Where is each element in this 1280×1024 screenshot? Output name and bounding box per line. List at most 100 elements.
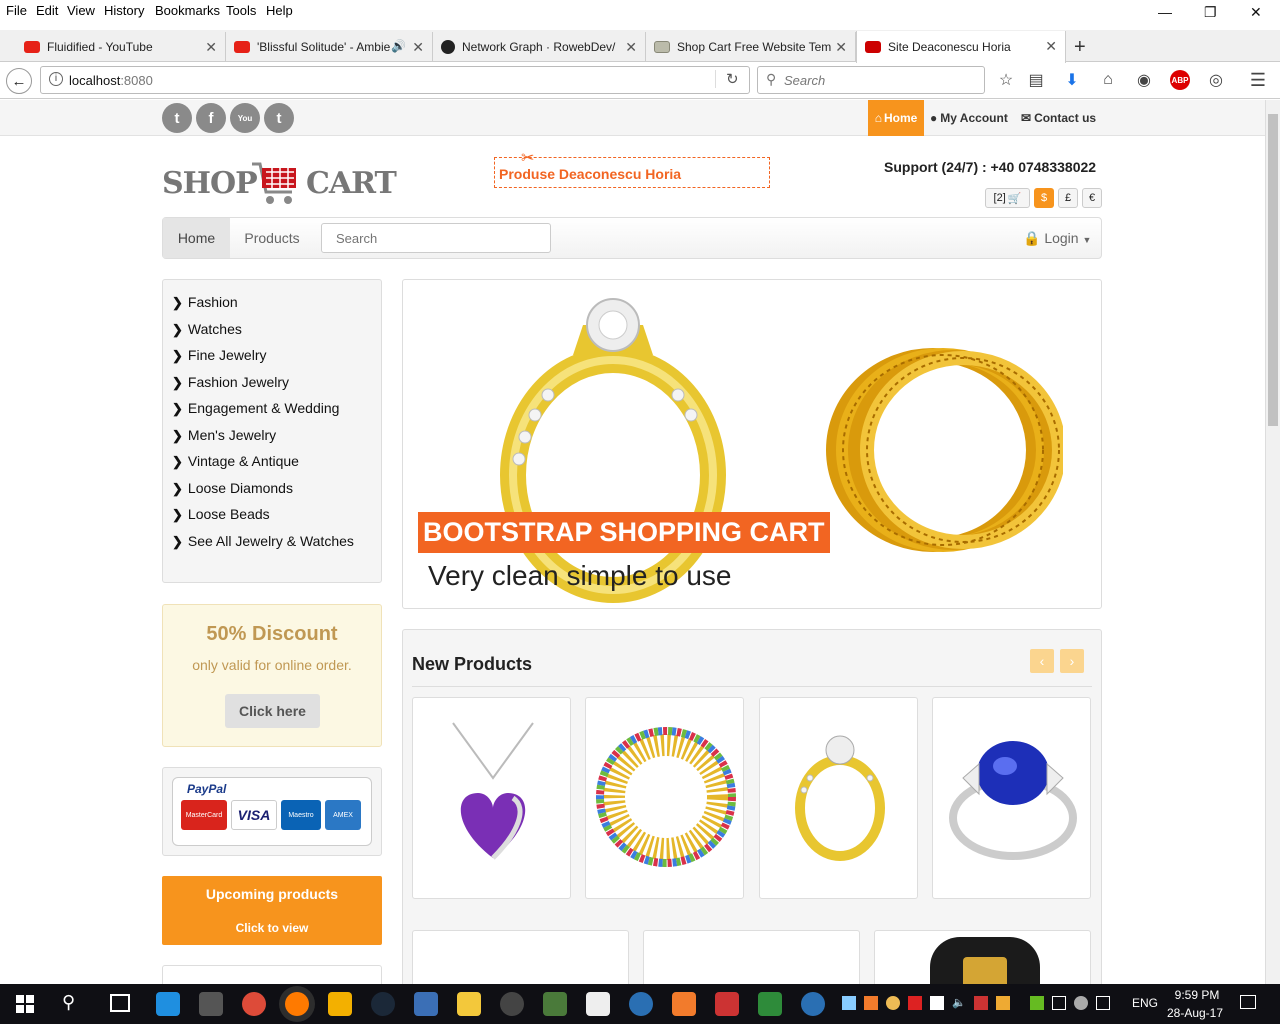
speaker-icon[interactable]: 🔊 xyxy=(391,39,406,53)
reload-icon[interactable]: ↻ xyxy=(715,70,739,88)
product-card[interactable] xyxy=(874,930,1091,991)
url-bar[interactable]: i localhost:8080 ↻ xyxy=(40,66,750,94)
tray-icon[interactable] xyxy=(864,996,878,1010)
tab-network-graph[interactable]: Network Graph · RowebDev/ ✕ xyxy=(433,32,646,62)
close-icon[interactable]: ✕ xyxy=(835,39,847,56)
page-scrollbar[interactable] xyxy=(1265,100,1280,984)
system-tray-icons[interactable]: 🔈 xyxy=(842,996,1050,1012)
upcoming-subtitle[interactable]: Click to view xyxy=(162,921,382,935)
system-tray-icons-2[interactable] xyxy=(1030,996,1125,1012)
top-nav-contact[interactable]: ✉ Contact us xyxy=(1021,100,1096,136)
tab-site-deaconescu[interactable]: Site Deaconescu Horia ✕ xyxy=(856,31,1066,63)
clock-date[interactable]: 28-Aug-17 xyxy=(1165,1006,1225,1020)
hamburger-menu-icon[interactable]: ☰ xyxy=(1248,70,1268,90)
upcoming-products-banner[interactable]: Upcoming products Click to view xyxy=(162,876,382,945)
top-nav-home[interactable]: ⌂ Home xyxy=(868,100,924,136)
nav-home[interactable]: Home xyxy=(163,218,230,258)
tray-icon[interactable] xyxy=(1096,996,1110,1010)
category-link[interactable]: ❯ Fashion Jewelry xyxy=(172,374,289,391)
product-card[interactable] xyxy=(759,697,918,899)
search-icon[interactable]: ⚲ xyxy=(62,992,75,1013)
network-icon[interactable] xyxy=(1052,996,1066,1010)
firefox-icon[interactable] xyxy=(285,992,309,1016)
clock-time[interactable]: 9:59 PM xyxy=(1172,988,1222,1002)
task-view-icon[interactable] xyxy=(110,994,130,1012)
menu-file[interactable]: File xyxy=(6,3,27,18)
close-window-icon[interactable]: ✕ xyxy=(1250,4,1262,21)
close-icon[interactable]: ✕ xyxy=(625,39,637,56)
category-link[interactable]: ❯ Loose Diamonds xyxy=(172,480,293,497)
file-explorer-icon[interactable] xyxy=(457,992,481,1016)
product-card[interactable] xyxy=(932,697,1091,899)
menu-history[interactable]: History xyxy=(104,3,144,18)
nvidia-icon[interactable] xyxy=(1030,996,1044,1010)
site-search-input[interactable] xyxy=(321,223,551,253)
category-link[interactable]: ❯ Men's Jewelry xyxy=(172,427,276,444)
bookmark-star-icon[interactable]: ☆ xyxy=(996,70,1016,90)
volume-icon[interactable]: 🔈 xyxy=(952,996,966,1012)
tray-icon[interactable] xyxy=(886,996,900,1010)
mail-icon[interactable] xyxy=(586,992,610,1016)
tray-icon[interactable] xyxy=(1074,996,1088,1010)
discount-click-here-button[interactable]: Click here xyxy=(225,694,320,728)
category-link[interactable]: ❯ Loose Beads xyxy=(172,506,270,523)
edge-icon[interactable] xyxy=(156,992,180,1016)
back-icon[interactable]: ← xyxy=(6,68,32,94)
download-icon[interactable]: ⬇ xyxy=(1062,70,1082,90)
category-link[interactable]: ❯ Engagement & Wedding xyxy=(172,400,339,417)
category-link[interactable]: ❯ See All Jewelry & Watches xyxy=(172,533,354,550)
close-icon[interactable]: ✕ xyxy=(205,39,217,56)
tab-youtube[interactable]: Fluidified - YouTube ✕ xyxy=(16,32,226,62)
reading-list-icon[interactable]: ▤ xyxy=(1026,70,1046,90)
language-indicator[interactable]: ENG xyxy=(1132,996,1158,1010)
store-icon[interactable] xyxy=(199,992,223,1016)
tab-ambient[interactable]: 'Blissful Solitude' - Ambie 🔊 ✕ xyxy=(226,32,433,62)
info-icon[interactable]: i xyxy=(49,72,63,86)
app-icon-chart[interactable] xyxy=(758,992,782,1016)
currency-eur[interactable]: € xyxy=(1082,188,1102,208)
app-icon-flag[interactable] xyxy=(715,992,739,1016)
tray-icon[interactable] xyxy=(908,996,922,1010)
category-link[interactable]: ❯ Fashion xyxy=(172,294,238,311)
app-icon-globe[interactable] xyxy=(629,992,653,1016)
extension-globe-icon[interactable]: ◎ xyxy=(1206,70,1226,90)
tray-icon[interactable] xyxy=(930,996,944,1010)
carousel-next-icon[interactable]: › xyxy=(1060,649,1084,673)
tray-icon[interactable] xyxy=(842,996,856,1010)
browser-search-box[interactable]: ⚲ Search xyxy=(757,66,985,94)
category-link[interactable]: ❯ Fine Jewelry xyxy=(172,347,267,364)
login-dropdown[interactable]: 🔒 Login ▼ xyxy=(1023,230,1091,247)
xampp-icon[interactable] xyxy=(672,992,696,1016)
menu-edit[interactable]: Edit xyxy=(36,3,58,18)
product-card[interactable] xyxy=(585,697,744,899)
tray-icon[interactable] xyxy=(973,996,988,1010)
app-icon-blue[interactable] xyxy=(414,992,438,1016)
menu-tools[interactable]: Tools xyxy=(226,3,256,18)
twitter-icon[interactable]: t xyxy=(162,103,192,133)
close-icon[interactable]: ✕ xyxy=(1045,38,1057,55)
pocket-icon[interactable]: ◉ xyxy=(1134,70,1154,90)
nav-products[interactable]: Products xyxy=(230,218,314,258)
steam-icon[interactable] xyxy=(371,992,395,1016)
app-icon-bee[interactable] xyxy=(328,992,352,1016)
carousel-prev-icon[interactable]: ‹ xyxy=(1030,649,1054,673)
minimize-icon[interactable]: — xyxy=(1158,4,1172,20)
top-nav-account[interactable]: ● My Account xyxy=(930,100,1008,136)
currency-gbp[interactable]: £ xyxy=(1058,188,1078,208)
site-logo[interactable]: SHOP CART xyxy=(162,156,397,206)
app-icon-v[interactable] xyxy=(543,992,567,1016)
facebook-icon[interactable]: f xyxy=(196,103,226,133)
adblock-icon[interactable]: ABP xyxy=(1170,70,1190,90)
notifications-icon[interactable] xyxy=(1240,995,1256,1009)
menu-help[interactable]: Help xyxy=(266,3,293,18)
app-icon-circle[interactable] xyxy=(500,992,524,1016)
tab-shop-cart[interactable]: Shop Cart Free Website Tem ✕ xyxy=(646,32,856,62)
tray-icon[interactable] xyxy=(995,996,1010,1010)
restore-icon[interactable]: ❐ xyxy=(1204,4,1217,21)
product-card[interactable] xyxy=(643,930,860,990)
chrome-icon[interactable] xyxy=(242,992,266,1016)
product-card[interactable] xyxy=(412,697,571,899)
tumblr-icon[interactable]: t xyxy=(264,103,294,133)
category-link[interactable]: ❯ Vintage & Antique xyxy=(172,453,299,470)
menu-view[interactable]: View xyxy=(67,3,95,18)
